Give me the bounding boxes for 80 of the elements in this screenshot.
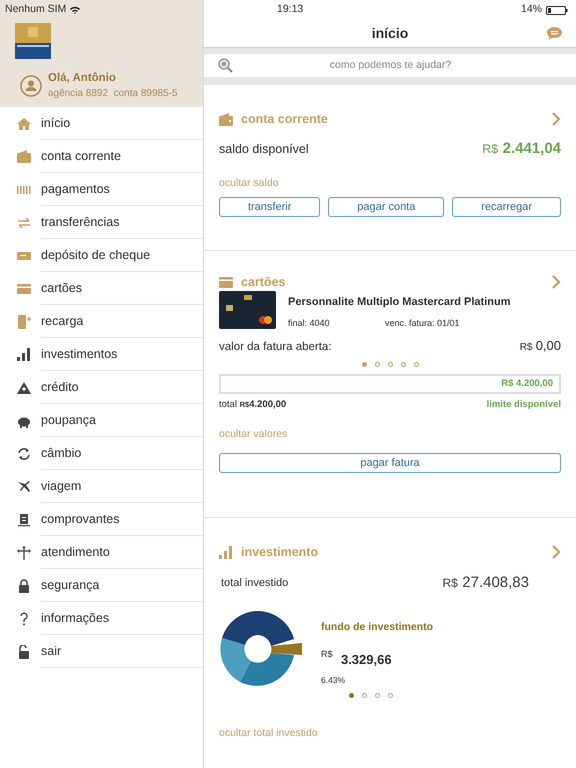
limit-amount: R$ 4.200,00 (501, 376, 553, 391)
bank-logo (15, 23, 51, 59)
card-final-digits: final: 4040 (288, 316, 331, 330)
menu-item[interactable]: transferências (41, 206, 203, 239)
receipt-icon (17, 512, 31, 526)
menu-item[interactable]: pagamentos (41, 173, 203, 206)
menu-item[interactable]: câmbio (41, 437, 203, 470)
due-date-text: venc. fatura: 01/01 (385, 316, 460, 330)
section-title: investimento (241, 544, 318, 561)
menu-item[interactable]: atendimento (41, 536, 203, 569)
wallet-icon (219, 112, 233, 126)
greeting-text: Olá, Antônio (48, 72, 117, 86)
pager-dot[interactable] (375, 692, 380, 698)
action-button[interactable]: pagar conta (328, 197, 444, 217)
credit-card-icon (219, 276, 233, 288)
search-icon (218, 58, 233, 73)
menu-item[interactable]: início (41, 107, 203, 140)
battery-text: 14% (520, 2, 542, 18)
bar-chart-icon (17, 348, 31, 362)
available-limit-label: limite disponível (486, 398, 561, 412)
menu-item[interactable]: sair (41, 635, 203, 668)
carrier-text: Nenhum SIM (5, 2, 66, 18)
chevron-right-icon[interactable] (552, 275, 561, 289)
pager-dot[interactable] (388, 362, 392, 367)
balance-label: saldo disponível (219, 140, 309, 158)
menu-item[interactable]: conta corrente (41, 140, 203, 173)
menu-item[interactable]: comprovantes (41, 503, 203, 536)
chevron-right-icon[interactable] (552, 545, 561, 559)
section-title: conta corrente (241, 110, 328, 128)
wifi-icon (70, 6, 80, 14)
credit-card-icon (17, 282, 31, 296)
home-icon (17, 116, 31, 130)
search-field[interactable]: como podemos te ajudar? (204, 54, 576, 77)
total-invested-amount: R$ 27.408,83 (442, 573, 529, 593)
bar-chart-icon (219, 546, 233, 558)
fund-name: fundo de investimento (321, 621, 434, 633)
pager-dot[interactable] (362, 692, 367, 698)
total-invested-label: total investido (221, 576, 288, 591)
fund-amount: R$ 3.329,66 (321, 651, 392, 668)
pager-dot[interactable] (362, 362, 366, 367)
pager-dot[interactable] (388, 692, 393, 698)
menu-item[interactable]: viagem (41, 470, 203, 503)
card-name: Personnalite Multiplo Mastercard Platinum (288, 295, 512, 310)
menu-item[interactable]: investimentos (41, 338, 203, 371)
action-button[interactable]: recarregar (452, 197, 561, 217)
clock-text: 19:13 (277, 2, 304, 18)
menu-item[interactable]: poupança (41, 404, 203, 437)
menu-item[interactable]: informações (41, 602, 203, 635)
menu-item[interactable]: depósito de cheque (41, 239, 203, 272)
warning-triangle-icon (17, 380, 31, 394)
battery-icon (546, 6, 568, 14)
chevron-right-icon[interactable] (552, 112, 561, 126)
section-title: cartões (241, 274, 286, 291)
search-input[interactable]: como podemos te ajudar? (233, 58, 548, 74)
open-bill-amount: R$ 0,00 (520, 336, 561, 355)
pager-dot[interactable] (414, 362, 418, 367)
open-padlock-icon (17, 644, 31, 658)
account-text: agência 8892 conta 89985-5 (48, 86, 178, 101)
menu-item[interactable]: crédito (41, 371, 203, 404)
wallet-icon (17, 150, 31, 164)
pager-dot[interactable] (349, 692, 354, 698)
credit-card-image (219, 291, 276, 329)
refresh-icon (17, 446, 31, 460)
menu-item[interactable]: segurança (41, 569, 203, 602)
action-button[interactable]: transferir (219, 197, 320, 217)
phone-plus-icon (17, 314, 31, 328)
padlock-icon (17, 578, 31, 592)
chat-bubble-icon[interactable] (547, 27, 562, 40)
transfer-arrows-icon (17, 216, 31, 230)
pager-dot[interactable] (374, 362, 380, 367)
signpost-icon (17, 546, 31, 560)
fund-percent: 6.43% (321, 674, 346, 687)
user-avatar-icon (20, 75, 42, 98)
balance-amount: R$ 2.441,04 (482, 139, 561, 159)
pager-dot[interactable] (400, 362, 406, 367)
menu-item[interactable]: cartões (41, 272, 203, 305)
pay-bill-button[interactable]: pagar fatura (219, 453, 561, 474)
page-title: início (372, 24, 408, 43)
open-bill-label: valor da fatura aberta: (219, 340, 332, 355)
menu-item[interactable]: recarga (41, 305, 203, 338)
